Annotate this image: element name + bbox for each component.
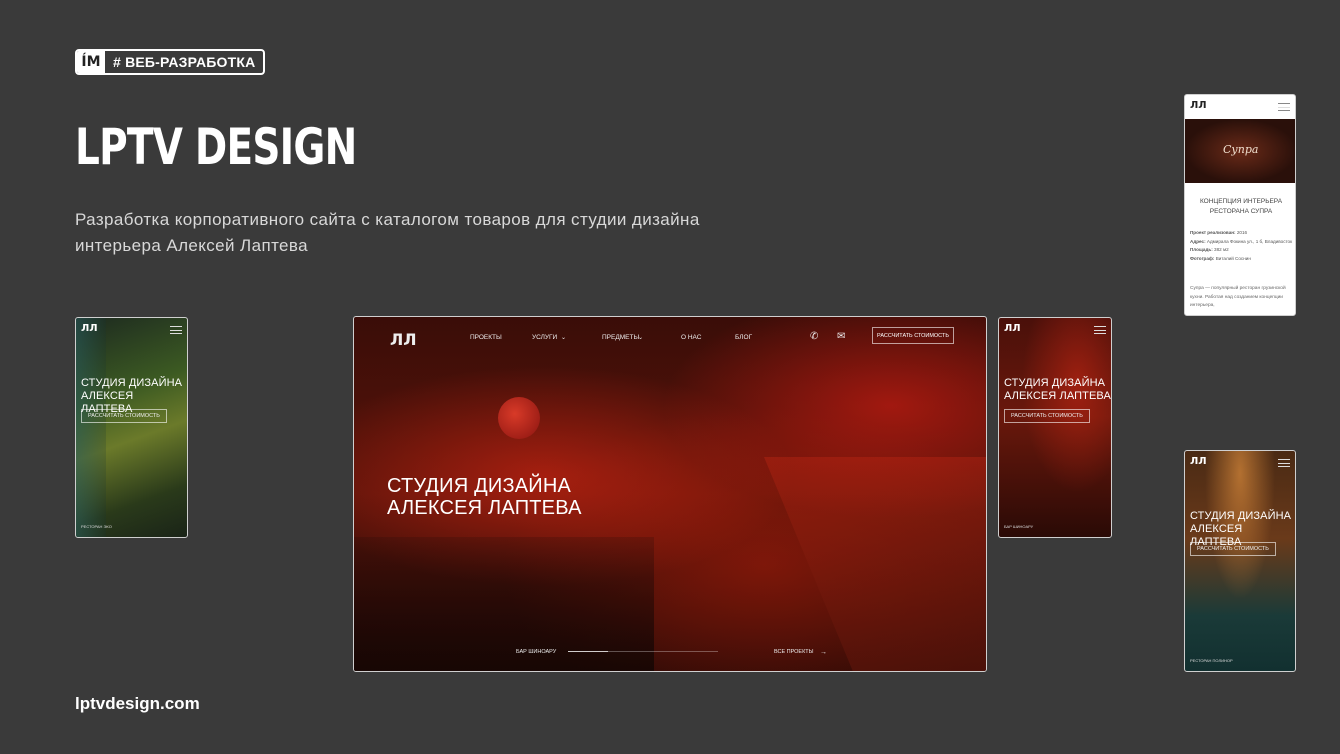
hero-line-1: СТУДИЯ ДИЗАЙНА xyxy=(81,377,183,389)
calc-cost-button[interactable]: РАССЧИТАТЬ СТОИМОСТЬ xyxy=(1190,542,1276,556)
hero-line-2: АЛЕКСЕЯ ЛАПТЕВА xyxy=(387,497,582,519)
project-caption[interactable]: БАР ШИНОАРУ xyxy=(516,649,556,655)
calc-cost-button[interactable]: РАССЧИТАТЬ СТОИМОСТЬ xyxy=(1004,409,1090,423)
mail-icon[interactable]: ✉ xyxy=(837,331,845,342)
detail-value: 382 м2 xyxy=(1214,247,1229,252)
nav-blog[interactable]: БЛОГ xyxy=(735,334,752,341)
category-tag: # ВЕБ-РАЗРАБОТКА xyxy=(113,54,256,70)
project-photo: Супра xyxy=(1185,119,1295,183)
slider-track xyxy=(608,651,718,652)
detail-value: 2016 xyxy=(1236,230,1248,235)
project-heading: КОНЦЕПЦИЯ ИНТЕРЬЕРА РЕСТОРАНА СУПРА xyxy=(1199,198,1283,215)
mobile-hero-title: СТУДИЯ ДИЗАЙНА АЛЕКСЕЯ ЛАПТЕВА xyxy=(1004,377,1111,403)
arrow-right-icon[interactable]: → xyxy=(820,649,827,656)
menu-icon[interactable] xyxy=(1094,326,1106,334)
slider-progress xyxy=(568,651,608,652)
detail-label: Адрес: xyxy=(1190,238,1206,244)
mobile-logo[interactable]: ЛЛ xyxy=(1004,323,1021,334)
hero-line-1: СТУДИЯ ДИЗАЙНА xyxy=(1190,510,1292,522)
detail-value: Адмирала Фокина ул., 1 б, Владивосток xyxy=(1206,238,1293,244)
site-logo[interactable]: ЛЛ xyxy=(390,330,417,349)
site-url[interactable]: lptvdesign.com xyxy=(75,694,200,714)
chevron-down-icon[interactable]: ⌄ xyxy=(561,334,566,341)
menu-icon[interactable] xyxy=(1278,103,1290,111)
detail-label: Фотограф: xyxy=(1190,255,1215,261)
detail-value: Виталий Соснин xyxy=(1215,255,1251,261)
detail-label: Проект реализован: xyxy=(1190,230,1236,235)
desktop-mockup: ЛЛ ПРОЕКТЫ УСЛУГИ ⌄ ПРЕДМЕТЫ ⌄ О НАС БЛО… xyxy=(353,316,987,672)
detail-label: Площадь: xyxy=(1190,247,1213,252)
brand-logo: ÍM xyxy=(77,51,105,73)
mobile-mockup-bottom: ЛЛ СТУДИЯ ДИЗАЙНА АЛЕКСЕЯ ЛАПТЕВА РАССЧИ… xyxy=(1184,450,1296,672)
menu-icon[interactable] xyxy=(1278,459,1290,467)
hero-title: СТУДИЯ ДИЗАЙНА АЛЕКСЕЯ ЛАПТЕВА xyxy=(387,475,582,519)
hero-line-1: СТУДИЯ ДИЗАЙНА xyxy=(387,475,572,497)
mobile-logo[interactable]: ЛЛ xyxy=(1190,100,1207,111)
red-lamp xyxy=(498,397,540,439)
project-details: Проект реализован: 2016 Адрес: Адмирала … xyxy=(1190,229,1294,263)
menu-icon[interactable] xyxy=(170,326,182,334)
project-description: Разработка корпоративного сайта с катало… xyxy=(75,210,700,255)
nav-projects[interactable]: ПРОЕКТЫ xyxy=(470,334,502,341)
photo-caption: Супра xyxy=(1223,143,1259,156)
detail-row: Фотограф: Виталий Соснин xyxy=(1190,255,1294,264)
page-title: LPTV DESIGN xyxy=(75,118,357,176)
phone-icon[interactable]: ✆ xyxy=(810,331,818,342)
project-caption[interactable]: БАР ШИНОАРУ xyxy=(1004,524,1033,529)
mobile-mockup-mid: ЛЛ СТУДИЯ ДИЗАЙНА АЛЕКСЕЯ ЛАПТЕВА РАССЧИ… xyxy=(998,317,1112,538)
calc-cost-button[interactable]: РАССЧИТАТЬ СТОИМОСТЬ xyxy=(81,409,167,423)
mobile-logo[interactable]: ЛЛ xyxy=(1190,456,1207,467)
nav-items[interactable]: ПРЕДМЕТЫ xyxy=(602,334,639,341)
detail-row: Адрес: Адмирала Фокина ул., 1 б, Владиво… xyxy=(1190,238,1294,247)
project-caption[interactable]: РЕСТОРАН ЭКО xyxy=(81,524,112,529)
all-projects-link[interactable]: ВСЕ ПРОЕКТЫ xyxy=(774,649,814,655)
mobile-mockup-top: ЛЛ Супра КОНЦЕПЦИЯ ИНТЕРЬЕРА РЕСТОРАНА С… xyxy=(1184,94,1296,316)
hero-line-1: СТУДИЯ ДИЗАЙНА xyxy=(1004,377,1106,389)
category-badge: ÍM # ВЕБ-РАЗРАБОТКА xyxy=(75,49,266,75)
project-caption[interactable]: РЕСТОРАН ПОЛИНОР xyxy=(1190,658,1233,663)
hero-line-2: АЛЕКСЕЯ ЛАПТЕВА xyxy=(1004,390,1111,402)
mobile-mockup-left: ЛЛ СТУДИЯ ДИЗАЙНА АЛЕКСЕЯ ЛАПТЕВА РАССЧИ… xyxy=(75,317,188,538)
calc-cost-button[interactable]: РАССЧИТАТЬ СТОИМОСТЬ xyxy=(872,327,954,344)
detail-row: Проект реализован: 2016 xyxy=(1190,229,1294,238)
mobile-logo[interactable]: ЛЛ xyxy=(81,323,98,334)
detail-row: Площадь: 382 м2 xyxy=(1190,246,1294,255)
nav-services[interactable]: УСЛУГИ xyxy=(532,334,557,341)
project-body: Супра — популярный ресторан грузинской к… xyxy=(1190,286,1286,308)
nav-about[interactable]: О НАС xyxy=(681,334,701,341)
chevron-down-icon[interactable]: ⌄ xyxy=(638,334,643,341)
